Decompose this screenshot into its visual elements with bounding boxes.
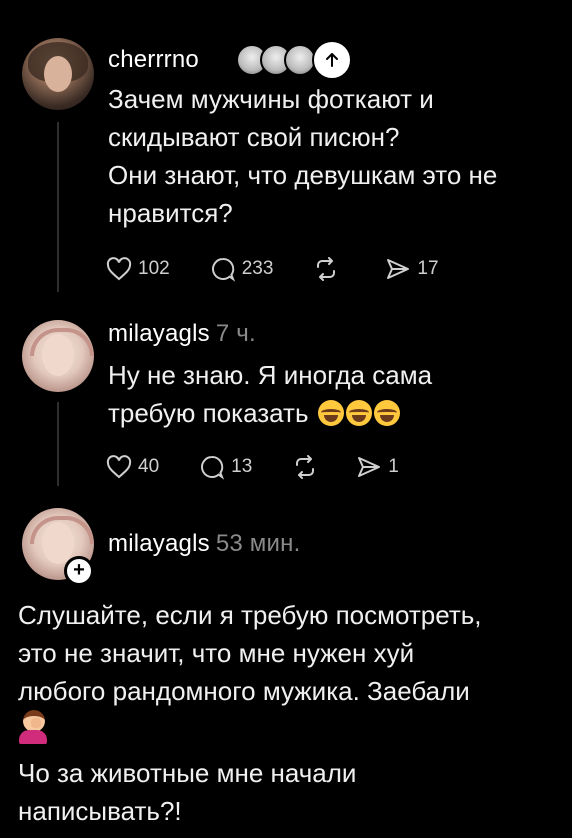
thread-line: [57, 122, 59, 292]
post-username[interactable]: cherrrno: [108, 46, 199, 74]
post-text-line: Чо за животные мне начали: [18, 758, 357, 788]
comment-button[interactable]: 13: [199, 454, 252, 480]
emoji-body: [19, 730, 47, 744]
avatar-face: [44, 56, 72, 92]
post-text-line: Ну не знаю. Я иногда сама: [108, 360, 433, 390]
thread-line: [57, 402, 59, 486]
repost-button[interactable]: [313, 257, 339, 281]
post-text-line: Слушайте, если я требую посмотреть,: [18, 600, 482, 630]
post-time: 53 мин.: [215, 530, 301, 557]
post-text-line: Они знают, что девушкам это не: [108, 160, 498, 190]
post-text-line: написывать?!: [18, 796, 182, 826]
post-text-line: это не значит, что мне нужен хуй: [18, 638, 415, 668]
avatar[interactable]: [22, 38, 94, 110]
repost-button[interactable]: [292, 455, 318, 479]
post-time: 7 ч.: [215, 320, 256, 347]
post-text-line: любого рандомного мужика. Заебали: [18, 676, 470, 706]
post-text-line: скидывают свой писюн?: [108, 122, 400, 152]
comment-count: 13: [231, 456, 253, 477]
post-username[interactable]: milayagls 7 ч.: [108, 320, 256, 348]
comment-icon: [201, 455, 225, 480]
repost-icon: [317, 257, 336, 281]
share-count: 17: [417, 258, 439, 279]
laughing-emoji-icon: [317, 400, 344, 426]
avatar[interactable]: [22, 320, 94, 392]
share-button[interactable]: 17: [385, 257, 439, 281]
share-count: 1: [388, 456, 399, 477]
repost-icon: [296, 455, 315, 479]
username-text[interactable]: milayagls: [108, 530, 210, 557]
heart-icon: [106, 257, 132, 281]
post-text: Зачем мужчины фоткают и скидывают свой п…: [108, 80, 497, 232]
post-text-line: требую показать: [108, 394, 432, 432]
comment-icon: [211, 257, 235, 282]
laughing-emoji-icon: [373, 400, 400, 426]
post-text-line: нравится?: [108, 198, 233, 228]
follow-plus-button[interactable]: +: [64, 556, 94, 586]
avatar-hands: [30, 328, 94, 356]
like-button[interactable]: 102: [106, 257, 170, 281]
post-actions: 102 233 17: [106, 256, 439, 282]
scroll-up-button[interactable]: [312, 40, 352, 80]
like-count: 40: [138, 456, 160, 477]
facepalm-emoji-icon: [18, 710, 48, 744]
post-text: Ну не знаю. Я иногда сама требую показат…: [108, 356, 432, 432]
post-text-segment: требую показать: [108, 398, 309, 428]
send-icon: [358, 457, 381, 477]
comment-button[interactable]: 233: [210, 256, 274, 282]
send-icon: [387, 259, 410, 279]
arrow-up-icon: [326, 53, 338, 67]
comment-count: 233: [241, 258, 274, 279]
post-username[interactable]: milayagls 53 мин.: [108, 530, 300, 558]
username-text[interactable]: milayagls: [108, 320, 210, 347]
like-count: 102: [138, 258, 170, 279]
avatar-hands: [30, 516, 94, 544]
share-button[interactable]: 1: [356, 455, 399, 479]
post-text: Слушайте, если я требую посмотреть, это …: [18, 596, 482, 830]
post-text-line: Зачем мужчины фоткают и: [108, 84, 434, 114]
heart-icon: [106, 455, 132, 479]
like-button[interactable]: 40: [106, 455, 159, 479]
post-text-line: [18, 710, 482, 754]
post-actions: 40 13 1: [106, 454, 399, 480]
emoji-hand: [31, 718, 41, 728]
laughing-emoji-icon: [345, 400, 372, 426]
reply-avatars[interactable]: [236, 40, 352, 80]
